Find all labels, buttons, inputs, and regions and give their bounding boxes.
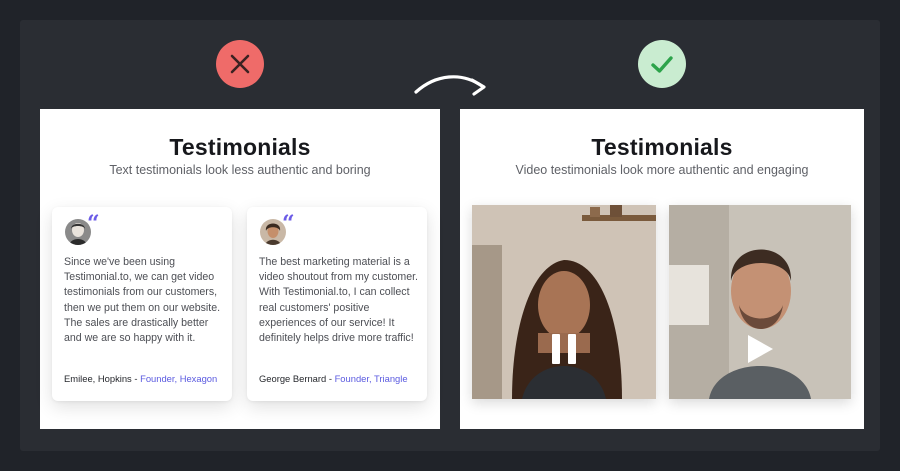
panel-subtitle: Video testimonials look more authentic a… xyxy=(515,163,809,177)
pause-icon[interactable] xyxy=(550,334,578,364)
panel-subtitle: Text testimonials look less authentic an… xyxy=(109,163,371,177)
author-separator: - xyxy=(326,373,335,384)
testimonial-text: The best marketing material is a video s… xyxy=(259,256,418,345)
author-name: Emilee, Hopkins xyxy=(64,373,132,384)
video-thumbnail xyxy=(669,205,851,399)
video-testimonials-panel: Testimonials Video testimonials look mor… xyxy=(460,109,864,429)
curved-arrow-icon xyxy=(414,75,486,96)
author-role: Founder, Hexagon xyxy=(140,373,218,384)
testimonial-author: George Bernard - Founder, Triangle xyxy=(259,373,408,384)
author-name: George Bernard xyxy=(259,373,327,384)
bad-badge xyxy=(216,40,264,88)
panel-title: Testimonials xyxy=(591,134,733,160)
video-thumbnail xyxy=(472,205,656,399)
play-icon[interactable] xyxy=(745,334,775,364)
good-badge xyxy=(638,40,686,88)
check-icon xyxy=(651,56,673,73)
testimonial-author: Emilee, Hopkins - Founder, Hexagon xyxy=(64,373,217,384)
panel-title: Testimonials xyxy=(169,134,311,160)
quote-icon: “ xyxy=(87,211,100,237)
testimonial-text: Since we've been using Testimonial.to, w… xyxy=(64,256,221,345)
text-testimonials-panel: Testimonials Text testimonials look less… xyxy=(40,109,440,429)
author-role: Founder, Triangle xyxy=(334,373,408,384)
close-icon xyxy=(230,54,250,74)
video-player[interactable] xyxy=(472,205,656,399)
quote-icon: “ xyxy=(282,211,295,237)
video-player[interactable] xyxy=(669,205,851,399)
author-separator: - xyxy=(131,373,141,384)
testimonial-card: “ The best marketing material is a video… xyxy=(247,207,427,401)
testimonial-card: “ Since we've been using Testimonial.to,… xyxy=(52,207,232,401)
